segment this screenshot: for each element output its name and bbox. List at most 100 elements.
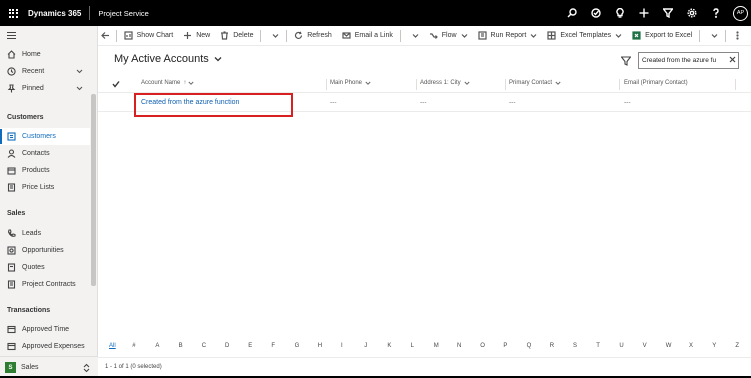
app-title[interactable]: Dynamics 365 xyxy=(26,9,89,18)
chevron-updown-icon xyxy=(82,363,91,373)
jump-filter-letter[interactable]: Q xyxy=(527,343,532,349)
sidebar-item-price-lists[interactable]: Price Lists xyxy=(0,179,90,196)
jump-filter-letter[interactable]: D xyxy=(225,343,229,349)
run-report-button[interactable]: Run Report xyxy=(473,26,543,46)
jump-filter-letter[interactable]: # xyxy=(132,343,135,349)
jump-filter-letter[interactable]: Z xyxy=(735,343,739,349)
sidebar-scrollbar[interactable] xyxy=(91,94,96,286)
task-check-icon[interactable] xyxy=(584,0,608,26)
sidebar-item-quotes[interactable]: Quotes xyxy=(0,259,90,276)
email-link-dropdown-button[interactable] xyxy=(403,26,424,46)
chart-icon xyxy=(124,31,133,40)
excel-icon xyxy=(632,31,641,40)
search-icon[interactable] xyxy=(560,0,584,26)
hamburger-menu-icon[interactable] xyxy=(0,26,97,44)
jump-filter-letter[interactable]: R xyxy=(550,343,554,349)
column-label: Email (Primary Contact) xyxy=(624,80,688,86)
sidebar-item-approved-time[interactable]: Approved Time xyxy=(0,321,90,338)
user-avatar[interactable]: AP xyxy=(733,5,748,21)
search-input[interactable] xyxy=(638,52,739,69)
sidebar-item-label: Products xyxy=(22,167,50,174)
sidebar-item-leads[interactable]: Leads xyxy=(0,225,90,242)
flow-button[interactable]: Flow xyxy=(424,26,473,46)
jump-filter-letter[interactable]: N xyxy=(457,343,461,349)
jump-filter-letter[interactable]: O xyxy=(480,343,485,349)
flow-label: Flow xyxy=(441,32,457,39)
sort-ascending-icon: ↑ xyxy=(183,80,187,86)
jump-filter-letter[interactable]: F xyxy=(271,343,275,349)
close-icon[interactable] xyxy=(729,56,737,64)
jump-filter-letter[interactable]: C xyxy=(202,343,206,349)
delete-button[interactable]: Delete xyxy=(215,26,258,46)
jump-filter-letter[interactable]: S xyxy=(573,343,577,349)
view-header: My Active Accounts xyxy=(98,46,751,76)
jump-filter-letter[interactable]: X xyxy=(689,343,693,349)
chevron-down-icon xyxy=(412,34,419,38)
chevron-down-icon[interactable] xyxy=(75,84,84,93)
chevron-down-icon[interactable] xyxy=(75,67,84,76)
app-launcher-icon[interactable] xyxy=(0,0,26,26)
view-selector[interactable]: My Active Accounts xyxy=(114,53,222,65)
new-button[interactable]: New xyxy=(178,26,215,46)
jump-filter-letter[interactable]: L xyxy=(411,343,414,349)
area-switcher[interactable]: S Sales xyxy=(0,356,98,378)
jump-filter-letter[interactable]: I xyxy=(341,343,343,349)
time-entry-icon xyxy=(7,325,16,334)
jump-filter-letter[interactable]: E xyxy=(248,343,252,349)
filter-icon[interactable] xyxy=(656,0,680,26)
export-excel-button[interactable]: Export to Excel xyxy=(627,26,697,46)
column-header-email[interactable]: Email (Primary Contact) xyxy=(624,80,688,86)
jump-filter-letter[interactable]: U xyxy=(619,343,623,349)
sidebar-section-transactions: Transactions xyxy=(7,307,51,314)
export-dropdown-button[interactable] xyxy=(702,26,723,46)
jump-filter-letter[interactable]: T xyxy=(596,343,600,349)
sidebar-item-home[interactable]: Home xyxy=(0,46,90,63)
back-button[interactable] xyxy=(98,26,114,46)
show-chart-button[interactable]: Show Chart xyxy=(119,26,179,46)
product-box-icon xyxy=(7,166,16,175)
jump-filter-letter[interactable]: Y xyxy=(712,343,716,349)
refresh-button[interactable]: Refresh xyxy=(289,26,337,46)
jump-filter-all[interactable]: All xyxy=(109,343,116,349)
column-header-primary-contact[interactable]: Primary Contact xyxy=(509,80,561,86)
jump-filter-letter[interactable]: K xyxy=(387,343,391,349)
column-header-account-name[interactable]: Account Name ↑ xyxy=(141,80,194,86)
jump-filter-letter[interactable]: B xyxy=(179,343,183,349)
column-header-city[interactable]: Address 1: City xyxy=(420,80,470,86)
column-header-main-phone[interactable]: Main Phone xyxy=(330,80,371,86)
gear-icon[interactable] xyxy=(680,0,704,26)
jump-filter-letter[interactable]: M xyxy=(434,343,439,349)
grid-header: Account Name ↑ Main Phone Address 1: Cit… xyxy=(98,76,751,93)
chevron-down-icon xyxy=(615,34,622,38)
delete-dropdown-button[interactable] xyxy=(263,26,284,46)
jump-filter-letter[interactable]: J xyxy=(364,343,367,349)
command-separator xyxy=(699,29,701,42)
sidebar-item-pinned[interactable]: Pinned xyxy=(0,80,90,97)
jump-filter-letter[interactable]: H xyxy=(318,343,322,349)
sidebar-item-recent[interactable]: Recent xyxy=(0,63,90,80)
app-module-name[interactable]: Project Service xyxy=(90,9,148,18)
sidebar-item-label: Customers xyxy=(22,133,56,140)
jump-filter-letter[interactable]: W xyxy=(666,343,672,349)
sidebar-item-project-contracts[interactable]: Project Contracts xyxy=(0,276,90,293)
more-vertical-icon xyxy=(736,31,739,40)
excel-templates-button[interactable]: Excel Templates xyxy=(542,26,627,46)
more-commands-button[interactable] xyxy=(728,26,751,46)
lightbulb-icon[interactable] xyxy=(608,0,632,26)
select-all-checkmark-icon[interactable] xyxy=(112,80,120,88)
filter-icon[interactable] xyxy=(620,56,632,66)
jump-filter-letter[interactable]: P xyxy=(503,343,507,349)
jump-filter-letter[interactable]: A xyxy=(155,343,159,349)
sidebar-item-approved-expenses[interactable]: Approved Expenses xyxy=(0,338,90,355)
help-icon[interactable] xyxy=(704,0,728,26)
email-link-button[interactable]: Email a Link xyxy=(337,26,398,46)
jump-filter-letter[interactable]: G xyxy=(295,343,300,349)
plus-icon[interactable] xyxy=(632,0,656,26)
sidebar-item-contacts[interactable]: Contacts xyxy=(0,145,90,162)
sidebar-item-opportunities[interactable]: Opportunities xyxy=(0,242,90,259)
sidebar-item-customers[interactable]: Customers xyxy=(0,128,90,145)
sidebar-item-products[interactable]: Products xyxy=(0,162,90,179)
report-icon xyxy=(477,31,487,40)
status-bar: 1 - 1 of 1 (0 selected) xyxy=(98,357,751,378)
jump-filter-letter[interactable]: V xyxy=(643,343,647,349)
